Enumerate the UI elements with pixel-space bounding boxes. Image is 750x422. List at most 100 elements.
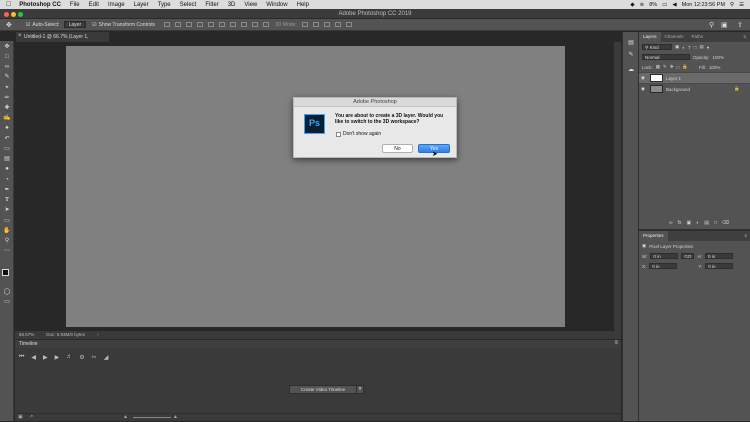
auto-select-checkbox[interactable]: ☑ <box>26 22 30 28</box>
dropbox-icon[interactable]: ◆ <box>630 2 634 8</box>
tab-layers[interactable]: Layers <box>639 32 661 42</box>
audio-icon[interactable]: ♬ <box>66 354 72 361</box>
eyedropper-tool-button[interactable]: ✏ <box>3 95 11 102</box>
properties-menu-icon[interactable]: ≡ <box>740 231 750 241</box>
layer-mask-icon[interactable]: ▣ <box>686 220 691 226</box>
visibility-eye-icon[interactable]: ◉ <box>639 86 647 92</box>
screen-mode-button[interactable]: ▭ <box>3 299 11 306</box>
dont-show-again-checkbox[interactable]: Don't show again <box>336 131 381 137</box>
cloud-libraries-icon[interactable]: ☁ <box>627 67 635 74</box>
search-icon[interactable]: ⚲ <box>709 21 714 29</box>
orbit-3d-icon[interactable] <box>301 22 308 27</box>
distribute-top-icon[interactable] <box>230 22 237 27</box>
spotlight-search-icon[interactable]: ⚲ <box>730 2 734 8</box>
healing-brush-tool-button[interactable]: ✚ <box>3 105 11 112</box>
hand-tool-button[interactable]: ✋ <box>3 228 11 235</box>
delete-layer-icon[interactable]: ⌫ <box>722 220 729 226</box>
menu-layer[interactable]: Layer <box>134 2 149 8</box>
align-left-icon[interactable] <box>197 22 204 27</box>
lock-artboard-icon[interactable]: □ <box>677 65 680 70</box>
scale-3d-icon[interactable] <box>345 22 352 27</box>
menu-window[interactable]: Window <box>266 2 287 8</box>
filter-smart-object-icon[interactable]: ▤ <box>699 44 703 50</box>
checkbox-box[interactable] <box>336 131 341 137</box>
lock-all-icon[interactable]: 🔒 <box>682 64 688 70</box>
create-video-timeline-button[interactable]: Create Video Timeline <box>289 385 357 394</box>
height-field[interactable]: 0 in <box>704 253 733 259</box>
slide-3d-icon[interactable] <box>334 22 341 27</box>
next-frame-icon[interactable]: ▶ <box>55 354 60 361</box>
history-brush-tool-button[interactable]: ↶ <box>3 136 11 143</box>
crop-tool-button[interactable]: ⌖ <box>3 85 11 92</box>
pen-tool-button[interactable]: ✒ <box>3 187 11 194</box>
opacity-field[interactable]: 100% <box>713 55 725 60</box>
type-tool-button[interactable]: T <box>3 197 11 204</box>
menu-help[interactable]: Help <box>297 2 309 8</box>
document-canvas[interactable] <box>66 46 565 327</box>
close-document-icon[interactable]: × <box>18 33 22 39</box>
foreground-color-swatch[interactable] <box>2 269 9 276</box>
align-vertical-center-icon[interactable] <box>175 22 182 27</box>
visibility-eye-icon[interactable]: ◉ <box>639 75 647 81</box>
align-horizontal-center-icon[interactable] <box>208 22 215 27</box>
link-layers-icon[interactable]: ∞ <box>669 220 673 226</box>
lock-image-icon[interactable]: ✎ <box>663 64 667 70</box>
distribute-left-icon[interactable] <box>263 22 270 27</box>
share-icon[interactable]: ⇧ <box>737 21 743 29</box>
layer-name[interactable]: Background <box>666 87 690 92</box>
minimize-window-button[interactable] <box>11 12 16 17</box>
convert-frame-icon[interactable]: ↗ <box>29 414 33 421</box>
lasso-tool-button[interactable]: ∞ <box>3 64 11 71</box>
volume-icon[interactable]: ◀ <box>672 2 676 8</box>
render-icon[interactable]: ▣ <box>18 414 23 421</box>
menu-image[interactable]: Image <box>108 2 125 8</box>
quick-mask-button[interactable]: ◯ <box>3 289 11 296</box>
settings-icon[interactable]: ⚙ <box>79 354 84 361</box>
marquee-tool-button[interactable]: □ <box>3 54 11 61</box>
new-layer-icon[interactable]: □ <box>714 220 717 226</box>
new-group-icon[interactable]: ▤ <box>704 220 709 226</box>
previous-frame-icon[interactable]: ◀ <box>31 354 36 361</box>
y-field[interactable]: 0 in <box>705 263 734 269</box>
menu-edit[interactable]: Edit <box>89 2 99 8</box>
auto-select-dropdown[interactable]: Layer <box>63 21 87 28</box>
tab-paths[interactable]: Paths <box>688 32 708 42</box>
filter-adjustment-icon[interactable]: ◐ <box>682 45 685 50</box>
zoom-level[interactable]: 66.67% <box>19 331 34 339</box>
link-dimensions-button[interactable]: GO <box>681 253 695 259</box>
notification-center-icon[interactable]: ☰ <box>739 2 744 8</box>
wifi-icon[interactable]: ≋ <box>640 2 645 8</box>
menu-app-name[interactable]: Photoshop CC <box>19 2 61 8</box>
lock-transparent-icon[interactable]: ▦ <box>656 64 660 70</box>
document-tab[interactable]: Untitled-1 @ 66.7% (Layer 1, RGB/8#) * <box>16 32 110 50</box>
history-panel-icon[interactable]: ▤ <box>627 40 635 47</box>
drag-3d-icon[interactable] <box>323 22 330 27</box>
lock-position-icon[interactable]: ✥ <box>670 64 674 70</box>
align-bottom-icon[interactable] <box>186 22 193 27</box>
filter-toggle-icon[interactable]: ● <box>707 45 710 50</box>
layer-name[interactable]: Layer 1 <box>666 76 681 81</box>
blur-tool-button[interactable]: ● <box>3 166 11 173</box>
filter-pixel-icon[interactable]: ▣ <box>675 44 679 50</box>
gradient-tool-button[interactable]: ▤ <box>3 156 11 163</box>
eraser-tool-button[interactable]: ▭ <box>3 146 11 153</box>
filter-type-icon[interactable]: T <box>688 45 691 50</box>
filter-shape-icon[interactable]: □ <box>694 45 697 50</box>
x-field[interactable]: 0 in <box>649 263 678 269</box>
menu-type[interactable]: Type <box>158 2 171 8</box>
clone-stamp-tool-button[interactable]: ♠ <box>3 125 11 132</box>
menu-filter[interactable]: Filter <box>205 2 218 8</box>
menubar-clock[interactable]: Mon 12:23:56 PM <box>682 2 725 8</box>
align-top-icon[interactable] <box>164 22 171 27</box>
no-button[interactable]: No <box>382 144 413 153</box>
move-tool-icon[interactable]: ✥ <box>6 21 12 29</box>
battery-icon[interactable]: ▭ <box>662 2 667 8</box>
split-icon[interactable]: ✂ <box>92 354 97 361</box>
zoom-out-timeline-icon[interactable]: ▲ <box>123 414 128 421</box>
zoom-window-button[interactable] <box>18 12 23 17</box>
layers-panel-menu-icon[interactable]: ≡ <box>739 32 750 42</box>
align-right-icon[interactable] <box>219 22 226 27</box>
tab-channels[interactable]: Channels <box>661 32 688 42</box>
close-window-button[interactable] <box>4 12 9 17</box>
brush-tool-button[interactable]: ✍ <box>3 115 11 122</box>
